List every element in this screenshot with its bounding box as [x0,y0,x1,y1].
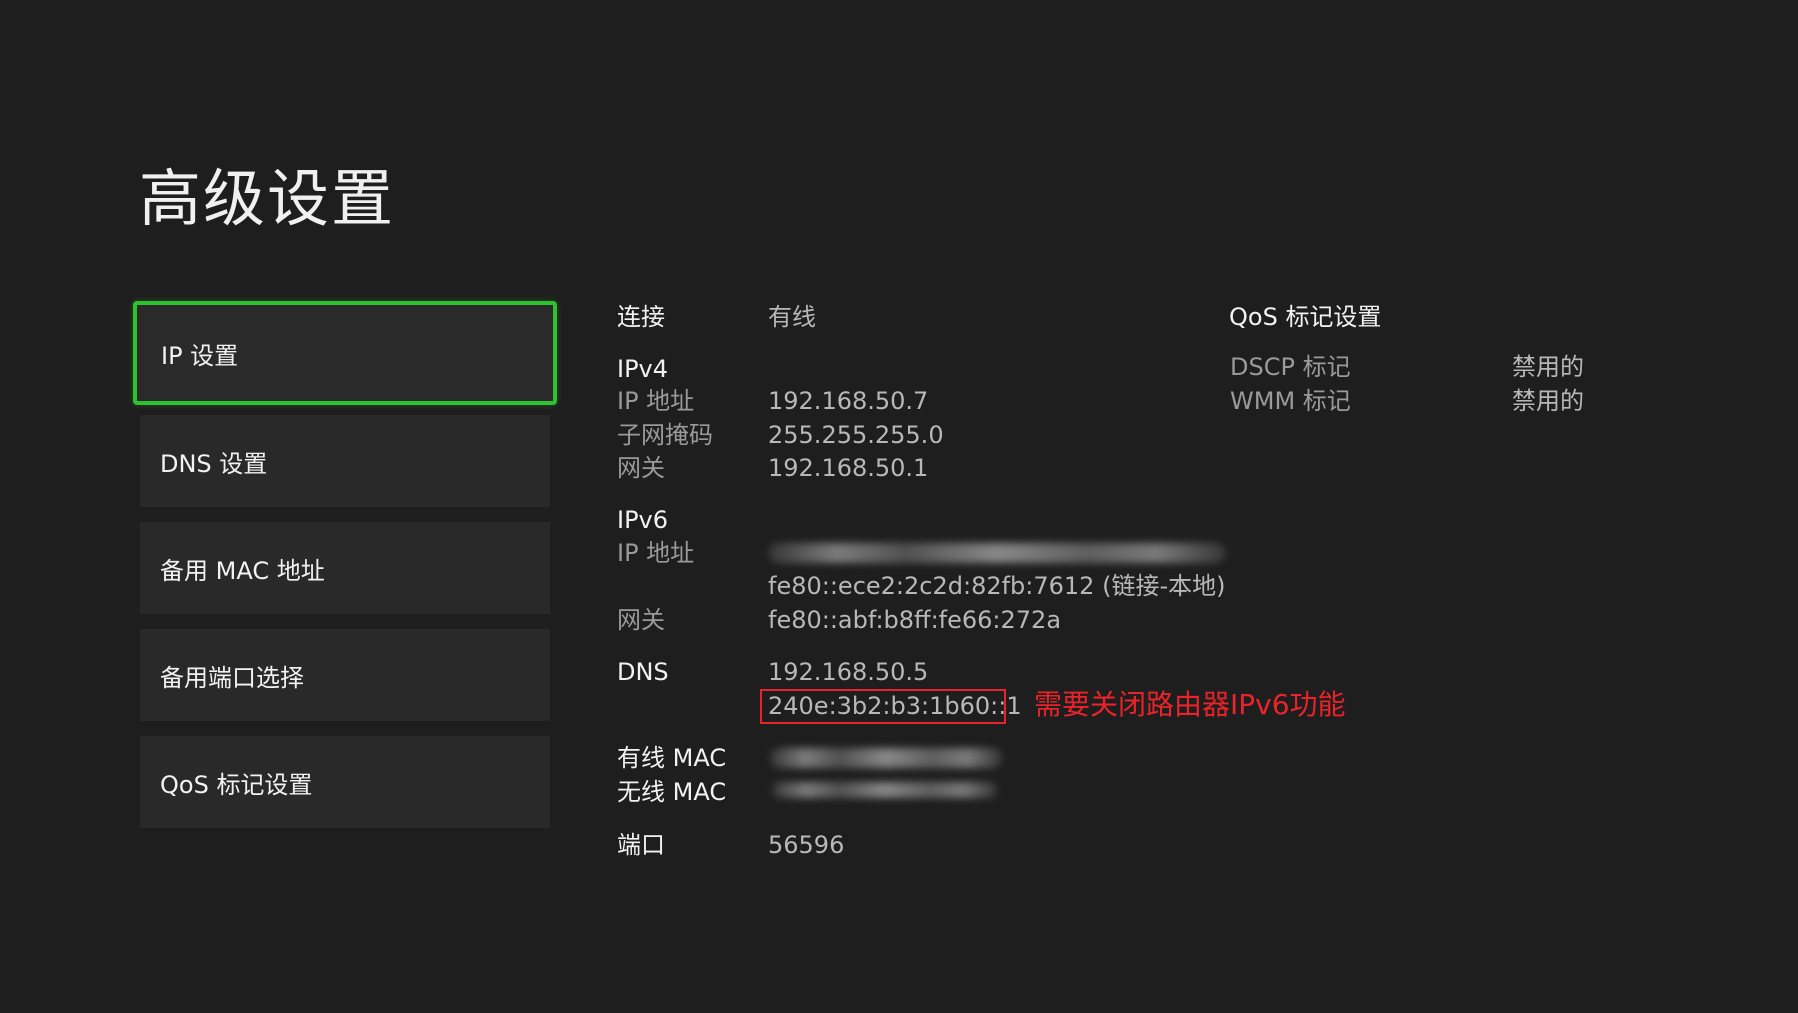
ipv4-subnet-value: 255.255.255.0 [768,421,944,449]
ipv4-heading: IPv4 [617,355,669,383]
wireless-mac-label: 无线 MAC [617,778,727,806]
dns-label: DNS [617,658,669,686]
qos-dscp-label: DSCP 标记 [1230,353,1351,381]
ipv6-gateway-value: fe80::abf:b8ff:fe66:272a [768,606,1062,634]
qos-heading: QoS 标记设置 [1229,303,1382,331]
menu-item-alternate-mac[interactable]: 备用 MAC 地址 [140,522,550,614]
ipv6-ip-blurred [768,543,1226,563]
advanced-settings-screen: 高级设置 IP 设置 DNS 设置 备用 MAC 地址 备用端口选择 QoS 标… [0,0,1798,1013]
wireless-mac-blurred [772,782,997,798]
ipv6-ip-label: IP 地址 [617,539,695,567]
ipv4-gateway-value: 192.168.50.1 [768,454,929,482]
ipv6-gateway-label: 网关 [617,606,665,634]
qos-dscp-value: 禁用的 [1512,353,1584,381]
connection-value: 有线 [768,303,816,331]
qos-wmm-value: 禁用的 [1512,387,1584,415]
ipv4-gateway-label: 网关 [617,454,665,482]
ipv4-ip-label: IP 地址 [617,387,695,415]
wired-mac-label: 有线 MAC [617,744,727,772]
menu-item-alternate-port[interactable]: 备用端口选择 [140,629,550,721]
ipv4-subnet-label: 子网掩码 [617,421,713,449]
menu-item-label: QoS 标记设置 [160,770,313,799]
menu-item-dns-settings[interactable]: DNS 设置 [140,415,550,507]
ipv6-heading: IPv6 [617,506,669,534]
dns-secondary-highlight-box [760,689,1006,724]
ipv4-ip-value: 192.168.50.7 [768,387,929,415]
menu-item-ip-settings[interactable]: IP 设置 [133,301,557,405]
qos-wmm-label: WMM 标记 [1230,387,1351,415]
menu-item-label: DNS 设置 [160,449,268,478]
wired-mac-blurred [770,748,1002,768]
port-value: 56596 [768,831,845,859]
annotation-text: 需要关闭路由器IPv6功能 [1034,688,1346,721]
connection-label: 连接 [617,303,665,331]
dns-primary-value: 192.168.50.5 [768,658,929,686]
menu-item-label: 备用 MAC 地址 [160,556,325,585]
page-title: 高级设置 [139,162,396,235]
menu-item-label: 备用端口选择 [160,663,304,692]
ipv6-link-local-value: fe80::ece2:2c2d:82fb:7612 (链接-本地) [768,572,1226,600]
port-label: 端口 [617,831,665,859]
menu-item-label: IP 设置 [161,341,239,370]
menu-item-qos-settings[interactable]: QoS 标记设置 [140,736,550,828]
